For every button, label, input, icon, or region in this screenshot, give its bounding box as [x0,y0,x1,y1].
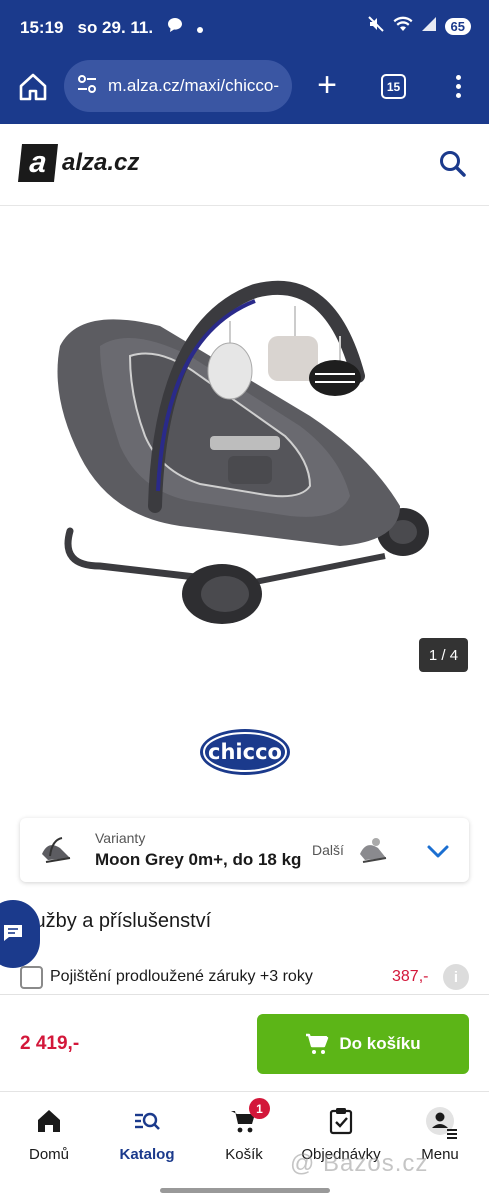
site-settings-icon[interactable] [76,73,98,100]
services-heading: lužby a příslušenství [30,910,212,932]
chat-bubble-icon [167,17,183,38]
chat-button[interactable] [0,900,40,968]
cart-badge: 1 [249,1098,270,1119]
nav-item-cart[interactable]: 1 Košík [199,1098,289,1166]
url-text: m.alza.cz/maxi/chicco- [108,76,279,95]
product-gallery[interactable]: 1 / 4 [0,206,489,696]
variant-next-label: Další [312,842,344,858]
variant-next-thumb [360,838,387,863]
site-header: a alza.cz [0,124,489,206]
variant-label: Varianty [95,830,146,846]
cart-icon [306,1033,329,1054]
address-bar[interactable]: m.alza.cz/maxi/chicco- [64,60,292,112]
cart-icon: 1 [229,1098,270,1136]
variant-thumb [42,837,71,863]
home-icon [34,1106,64,1136]
service-label: Pojištění prodloužené záruky +3 roky [50,968,313,985]
orders-clipboard-icon [326,1106,356,1136]
home-icon[interactable] [16,70,50,104]
tabs-icon[interactable]: 15 [381,74,406,99]
status-bar: 15:19 so 29. 11. 65 [0,0,489,54]
chat-icon [4,925,22,941]
bottom-navigation: Domů Katalog 1 Košík Objednávky Menu [0,1091,489,1200]
nav-item-home[interactable]: Domů [4,1106,94,1166]
logo-mark: a [18,144,58,182]
add-to-cart-button[interactable]: Do košíku [257,1014,469,1074]
watermark: @ Bazos.cz [290,1150,429,1177]
mute-icon [367,15,385,38]
status-date: so 29. 11. [77,17,154,37]
logo-text: alza.cz [62,149,140,176]
catalog-search-icon [132,1106,162,1136]
search-icon[interactable] [437,148,469,180]
status-time: 15:19 [20,17,64,37]
info-icon[interactable]: i [443,964,469,990]
signal-icon [421,16,437,37]
gallery-counter: 1 / 4 [419,638,468,672]
product-image [57,280,429,624]
alza-logo[interactable]: a alza.cz [18,144,140,182]
gesture-home-indicator[interactable] [160,1188,330,1193]
wifi-icon [393,16,413,37]
dot-icon [197,18,204,38]
variant-selector[interactable]: Varianty Moon Grey 0m+, do 18 kg Další [20,818,469,882]
variant-value: Moon Grey 0m+, do 18 kg [95,850,302,869]
buy-bar: 2 419,- Do košíku [0,994,489,1090]
product-price: 2 419,- [20,1033,80,1054]
more-icon[interactable] [448,72,468,102]
service-row: Pojištění prodloužené záruky +3 roky 387… [20,964,469,992]
add-to-cart-label: Do košíku [339,1034,421,1053]
new-tab-icon[interactable]: + [312,68,342,104]
nav-item-catalog[interactable]: Katalog [102,1106,192,1166]
user-menu-icon [425,1106,457,1139]
warranty-checkbox[interactable] [20,966,43,989]
browser-toolbar: m.alza.cz/maxi/chicco- + 15 [0,54,489,124]
chevron-down-icon[interactable] [425,838,451,864]
service-price: 387,- [392,968,429,985]
battery-icon: 65 [444,18,471,35]
brand-logo[interactable]: chicco [199,728,291,776]
brand-name: chicco [208,740,282,764]
